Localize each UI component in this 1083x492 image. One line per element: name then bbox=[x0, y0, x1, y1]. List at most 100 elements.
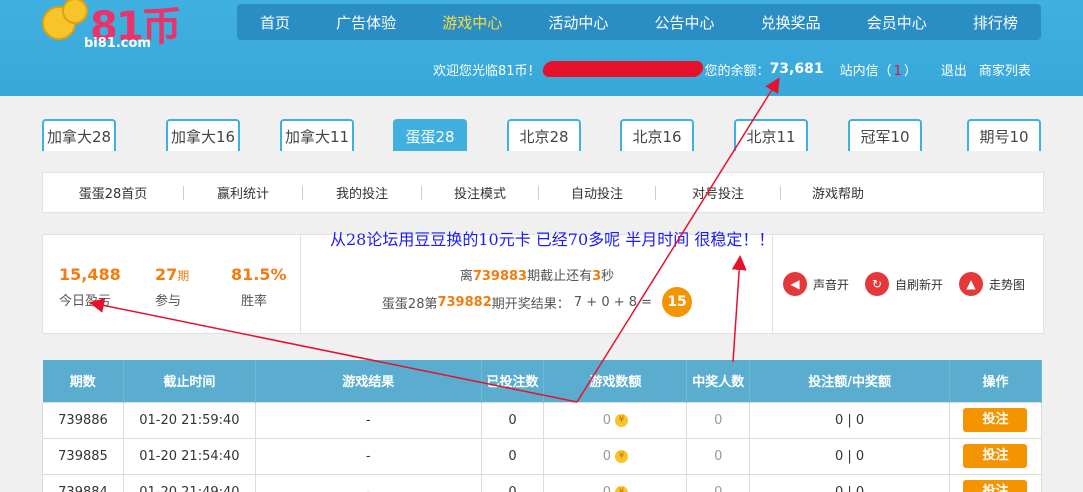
col-winners: 中奖人数 bbox=[686, 360, 751, 402]
stat-label: 胜率 bbox=[241, 294, 268, 309]
stat-value: 27 bbox=[155, 265, 178, 284]
logout-link[interactable]: 退出 bbox=[941, 60, 967, 79]
tab-beijing16[interactable]: 北京16 bbox=[620, 119, 694, 151]
logo-domain: bi81.com bbox=[84, 36, 151, 51]
coin-icon: ¥ bbox=[615, 449, 629, 463]
sub-nav: 蛋蛋28首页 赢利统计 我的投注 投注模式 自动投注 对号投注 游戏帮助 bbox=[42, 172, 1044, 213]
user-stats: 15,488 今日盈亏 27期 参与 81.5% 胜率 bbox=[43, 235, 301, 333]
sound-toggle-button[interactable]: ◀ 声音开 bbox=[783, 272, 849, 296]
site-header: 81币 bi81.com 首页 广告体验 游戏中心 活动中心 公告中心 兑换奖品… bbox=[0, 0, 1083, 96]
result-prefix: 蛋蛋28第 bbox=[381, 296, 438, 312]
result-total-ball: 15 bbox=[662, 287, 693, 317]
cell-result: - bbox=[254, 401, 482, 439]
cell-deadline: 01-20 21:59:40 bbox=[122, 401, 256, 439]
countdown-seconds: 3 bbox=[592, 269, 602, 284]
trend-chart-button[interactable]: ▲ 走势图 bbox=[959, 272, 1025, 296]
tab-dandan28[interactable]: 蛋蛋28 bbox=[393, 119, 467, 151]
tab-canada28[interactable]: 加拿大28 bbox=[42, 119, 116, 151]
table-row: 739884 01-20 21:49:40 - 0 0 ¥ 0 0 | 0 投注 bbox=[42, 473, 1043, 492]
countdown-text: 离739883期截止还有3秒 bbox=[301, 265, 773, 284]
cell-bets: 0 bbox=[480, 473, 545, 492]
subnav-bet-modes[interactable]: 投注模式 bbox=[422, 183, 538, 202]
cell-amount: 0 ¥ bbox=[543, 437, 688, 475]
auto-refresh-button[interactable]: ↻ 自刷新开 bbox=[865, 272, 943, 296]
merchant-list-link[interactable]: 商家列表 bbox=[979, 60, 1031, 79]
table-row: 739885 01-20 21:54:40 - 0 0 ¥ 0 0 | 0 投注 bbox=[42, 437, 1043, 475]
inbox-label: 站内信（ bbox=[839, 63, 892, 79]
cell-result: - bbox=[254, 473, 482, 492]
tab-canada11[interactable]: 加拿大11 bbox=[280, 119, 354, 151]
col-result: 游戏结果 bbox=[255, 360, 482, 402]
nav-notice-center[interactable]: 公告中心 bbox=[655, 12, 715, 33]
tab-period10[interactable]: 期号10 bbox=[967, 119, 1041, 151]
cell-result: - bbox=[254, 437, 482, 475]
stat-label: 参与 bbox=[155, 294, 182, 309]
bet-button[interactable]: 投注 bbox=[963, 444, 1028, 468]
cell-winners: 0 bbox=[686, 473, 751, 492]
last-result: 蛋蛋28第 739882 期开奖结果： 7 + 0 + 8 = 15 bbox=[301, 287, 773, 317]
refresh-icon: ↻ bbox=[865, 272, 890, 296]
subnav-auto-bet[interactable]: 自动投注 bbox=[539, 183, 655, 202]
subnav-number-bet[interactable]: 对号投注 bbox=[656, 183, 780, 202]
cell-bet-win: 0 | 0 bbox=[749, 473, 950, 492]
amount-value: 0 bbox=[602, 448, 612, 464]
tool-label: 自刷新开 bbox=[895, 277, 944, 292]
col-period: 期数 bbox=[42, 360, 124, 402]
stat-participation: 27期 参与 bbox=[155, 265, 189, 309]
nav-ad-experience[interactable]: 广告体验 bbox=[336, 12, 396, 33]
table-header-row: 期数 截止时间 游戏结果 已投注数 游戏数额 中奖人数 投注额/中奖额 操作 bbox=[42, 360, 1043, 402]
stat-value: 15,488 bbox=[59, 265, 121, 284]
site-logo[interactable]: 81币 bi81.com bbox=[40, 0, 190, 52]
cell-period: 739884 bbox=[42, 473, 124, 492]
tab-beijing11[interactable]: 北京11 bbox=[734, 119, 808, 151]
result-period: 739882 bbox=[437, 294, 492, 310]
game-tabs: 加拿大28 加拿大16 加拿大11 蛋蛋28 北京28 北京16 北京11 冠军… bbox=[42, 119, 1042, 151]
inbox-close: ） bbox=[903, 63, 917, 79]
cell-deadline: 01-20 21:49:40 bbox=[122, 473, 256, 492]
amount-value: 0 bbox=[602, 412, 612, 428]
cell-bet-win: 0 | 0 bbox=[749, 437, 950, 475]
trend-icon: ▲ bbox=[959, 272, 984, 296]
redacted-username bbox=[540, 61, 705, 77]
tool-label: 走势图 bbox=[989, 277, 1026, 292]
col-bets: 已投注数 bbox=[481, 360, 545, 402]
user-bar: 欢迎您光临81币！ 您的余额： 73,681 站内信（ 1） 退出 商家列表 bbox=[433, 59, 1031, 79]
cell-period: 739885 bbox=[42, 437, 124, 475]
annotation-text: 从28论坛用豆豆换的10元卡 已经70多呢 半月时间 很稳定！！ bbox=[330, 230, 775, 249]
subnav-profit-stats[interactable]: 赢利统计 bbox=[184, 183, 302, 202]
nav-member-center[interactable]: 会员中心 bbox=[867, 12, 927, 33]
bet-button[interactable]: 投注 bbox=[963, 480, 1028, 492]
cell-winners: 0 bbox=[686, 437, 751, 475]
cell-period: 739886 bbox=[42, 401, 124, 439]
subnav-game-help[interactable]: 游戏帮助 bbox=[781, 183, 895, 202]
result-formula: 7 + 0 + 8 = bbox=[573, 294, 653, 310]
countdown-suffix: 秒 bbox=[601, 269, 615, 284]
draw-table: 期数 截止时间 游戏结果 已投注数 游戏数额 中奖人数 投注额/中奖额 操作 7… bbox=[42, 360, 1043, 492]
nav-game-center[interactable]: 游戏中心 bbox=[442, 12, 502, 33]
tab-beijing28[interactable]: 北京28 bbox=[507, 119, 581, 151]
subnav-my-bets[interactable]: 我的投注 bbox=[303, 183, 421, 202]
result-middle: 期开奖结果： bbox=[491, 296, 570, 312]
speaker-icon: ◀ bbox=[783, 272, 807, 296]
cell-bets: 0 bbox=[480, 437, 545, 475]
tool-buttons: ◀ 声音开 ↻ 自刷新开 ▲ 走势图 bbox=[773, 235, 1043, 333]
nav-leaderboard[interactable]: 排行榜 bbox=[973, 12, 1018, 33]
nav-home[interactable]: 首页 bbox=[260, 12, 290, 33]
logo-coin-icon bbox=[62, 0, 88, 24]
cell-bets: 0 bbox=[480, 401, 545, 439]
amount-value: 0 bbox=[602, 484, 612, 492]
nav-activity-center[interactable]: 活动中心 bbox=[548, 12, 608, 33]
coin-icon: ¥ bbox=[615, 485, 629, 492]
col-bet-win: 投注额/中奖额 bbox=[749, 360, 950, 402]
subnav-home[interactable]: 蛋蛋28首页 bbox=[43, 183, 183, 202]
tab-champion10[interactable]: 冠军10 bbox=[848, 119, 922, 151]
cell-amount: 0 ¥ bbox=[543, 401, 688, 439]
bet-button[interactable]: 投注 bbox=[963, 408, 1028, 432]
tool-label: 声音开 bbox=[813, 277, 850, 292]
inbox-count: 1 bbox=[893, 63, 902, 79]
stat-label: 今日盈亏 bbox=[59, 294, 112, 309]
tab-canada16[interactable]: 加拿大16 bbox=[166, 119, 240, 151]
nav-redeem-prizes[interactable]: 兑换奖品 bbox=[761, 12, 821, 33]
inbox-link[interactable]: 站内信（ 1） bbox=[840, 60, 917, 79]
cell-amount: 0 ¥ bbox=[543, 473, 688, 492]
